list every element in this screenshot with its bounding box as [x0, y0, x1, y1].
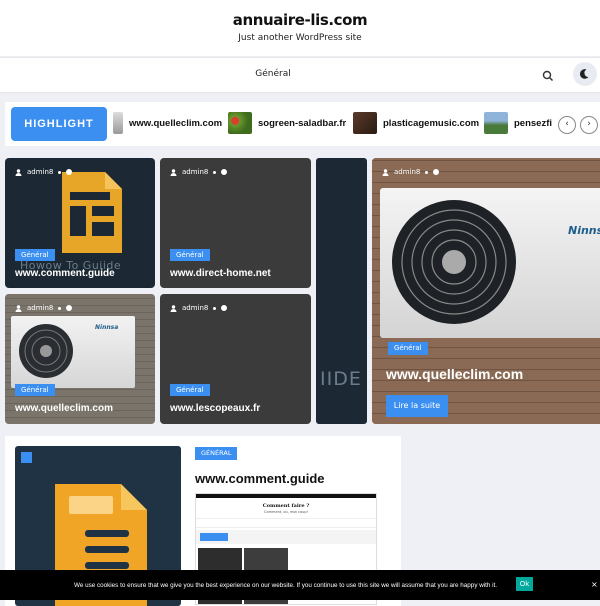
site-description: Just another WordPress site	[238, 33, 362, 43]
separator-dot	[213, 306, 217, 310]
user-icon	[15, 168, 22, 176]
featured-post-card[interactable]: Ninns admin8 Général	[372, 158, 600, 424]
post-title[interactable]: www.comment.guide	[15, 268, 115, 279]
category-badge[interactable]: Général	[170, 384, 210, 396]
cookie-notice-text: We use cookies to ensure that we give yo…	[74, 582, 498, 589]
post-author[interactable]: admin8	[27, 168, 53, 176]
post-title[interactable]: www.direct-home.net	[170, 268, 271, 279]
close-icon[interactable]: ×	[591, 580, 598, 589]
salad-thumbnail	[228, 112, 252, 134]
post-card[interactable]: admin8 Général www.lescopeaux.fr	[160, 294, 311, 424]
post-author[interactable]: admin8	[182, 304, 208, 312]
ticker-prev-button[interactable]: ‹	[558, 116, 576, 134]
post-meta: admin8	[382, 168, 440, 176]
post-title[interactable]: www.quelleclim.com	[15, 403, 113, 414]
separator-dot	[425, 170, 429, 174]
post-title[interactable]: www.comment.guide	[195, 471, 325, 486]
category-badge[interactable]: Général	[388, 342, 428, 355]
post-card[interactable]: Howow To Guiide admin8 Général www.comme…	[5, 158, 155, 288]
slider-peek-panel: IIDE	[316, 158, 367, 424]
user-icon	[382, 168, 389, 176]
document-icon	[62, 172, 122, 253]
fan-grille-icon	[392, 200, 516, 324]
fan-grille-icon	[19, 324, 73, 378]
peek-text: IIDE	[320, 368, 362, 390]
highlight-item-label: www.quelleclim.com	[129, 117, 223, 129]
read-more-button[interactable]: Lire la suite	[386, 395, 448, 417]
highlight-item[interactable]: plasticagemusic.com	[353, 112, 479, 134]
separator-dot	[58, 306, 62, 310]
screenshot-title: Comment faire ?	[262, 503, 310, 509]
post-card[interactable]: admin8 Général www.direct-home.net	[160, 158, 311, 288]
user-icon	[170, 168, 177, 176]
highlight-item[interactable]: sogreen-saladbar.fr	[228, 112, 346, 134]
category-badge[interactable]: Général	[170, 249, 210, 261]
screenshot-nav	[196, 518, 376, 528]
clock-icon	[66, 305, 73, 311]
highlight-badge: HIGHLIGHT	[11, 107, 107, 141]
nav-item-general[interactable]: Général	[245, 69, 301, 79]
category-badge[interactable]: GÉNÉRAL	[195, 447, 238, 460]
cookie-notice-bar: We use cookies to ensure that we give yo…	[0, 570, 600, 600]
post-author[interactable]: admin8	[27, 304, 53, 312]
screenshot-subtitle: Comment, où, mot coup!	[264, 510, 308, 514]
search-icon[interactable]	[541, 69, 555, 83]
separator-dot	[58, 170, 62, 174]
post-meta: admin8	[170, 168, 228, 176]
clock-icon	[221, 169, 228, 175]
main-navigation: Général	[0, 57, 600, 93]
post-meta: admin8	[15, 168, 73, 176]
brand-label: Ninnsa	[95, 324, 119, 331]
post-title[interactable]: www.lescopeaux.fr	[170, 403, 260, 414]
post-meta: admin8	[15, 304, 73, 312]
user-icon	[170, 304, 177, 312]
separator-dot	[213, 170, 217, 174]
highlight-item[interactable]: www.quelleclim.com	[113, 112, 222, 134]
highlight-item-label: plasticagemusic.com	[383, 117, 480, 129]
dark-mode-toggle[interactable]	[573, 62, 597, 86]
music-thumbnail	[353, 112, 377, 134]
post-card[interactable]: Ninnsa admin8 Général www.quelleclim.com	[5, 294, 155, 424]
ac-unit-image: Ninns	[380, 188, 600, 338]
ticker-next-button[interactable]: ›	[580, 116, 598, 134]
category-badge[interactable]: Général	[15, 249, 55, 261]
highlight-item[interactable]: pensezfi	[484, 112, 552, 134]
post-author[interactable]: admin8	[182, 168, 208, 176]
ac-unit-thumbnail	[113, 112, 123, 134]
post-meta: admin8	[170, 304, 228, 312]
brand-label: Ninns	[568, 224, 600, 237]
post-author[interactable]: admin8	[394, 168, 420, 176]
category-badge[interactable]: Général	[15, 384, 55, 396]
moon-icon	[579, 69, 589, 79]
ac-unit-image: Ninnsa	[11, 316, 135, 388]
highlight-item-label: pensezfi	[514, 117, 553, 129]
thumbnail-marker	[21, 452, 32, 463]
site-title[interactable]: annuaire-lis.com	[0, 11, 600, 29]
screenshot-topbar	[196, 494, 376, 498]
clock-icon	[66, 169, 73, 175]
landscape-thumbnail	[484, 112, 508, 134]
clock-icon	[433, 169, 440, 175]
highlight-item-label: sogreen-saladbar.fr	[258, 117, 347, 129]
clock-icon	[221, 305, 228, 311]
screenshot-ticker-badge	[200, 533, 228, 541]
user-icon	[15, 304, 22, 312]
cookie-accept-button[interactable]: Ok	[516, 577, 533, 591]
screenshot-ticker	[196, 530, 376, 544]
site-header: annuaire-lis.com Just another WordPress …	[0, 0, 600, 56]
highlight-ticker: HIGHLIGHT www.quelleclim.com sogreen-sal…	[5, 102, 600, 146]
featured-post-title[interactable]: www.quelleclim.com	[386, 366, 523, 382]
